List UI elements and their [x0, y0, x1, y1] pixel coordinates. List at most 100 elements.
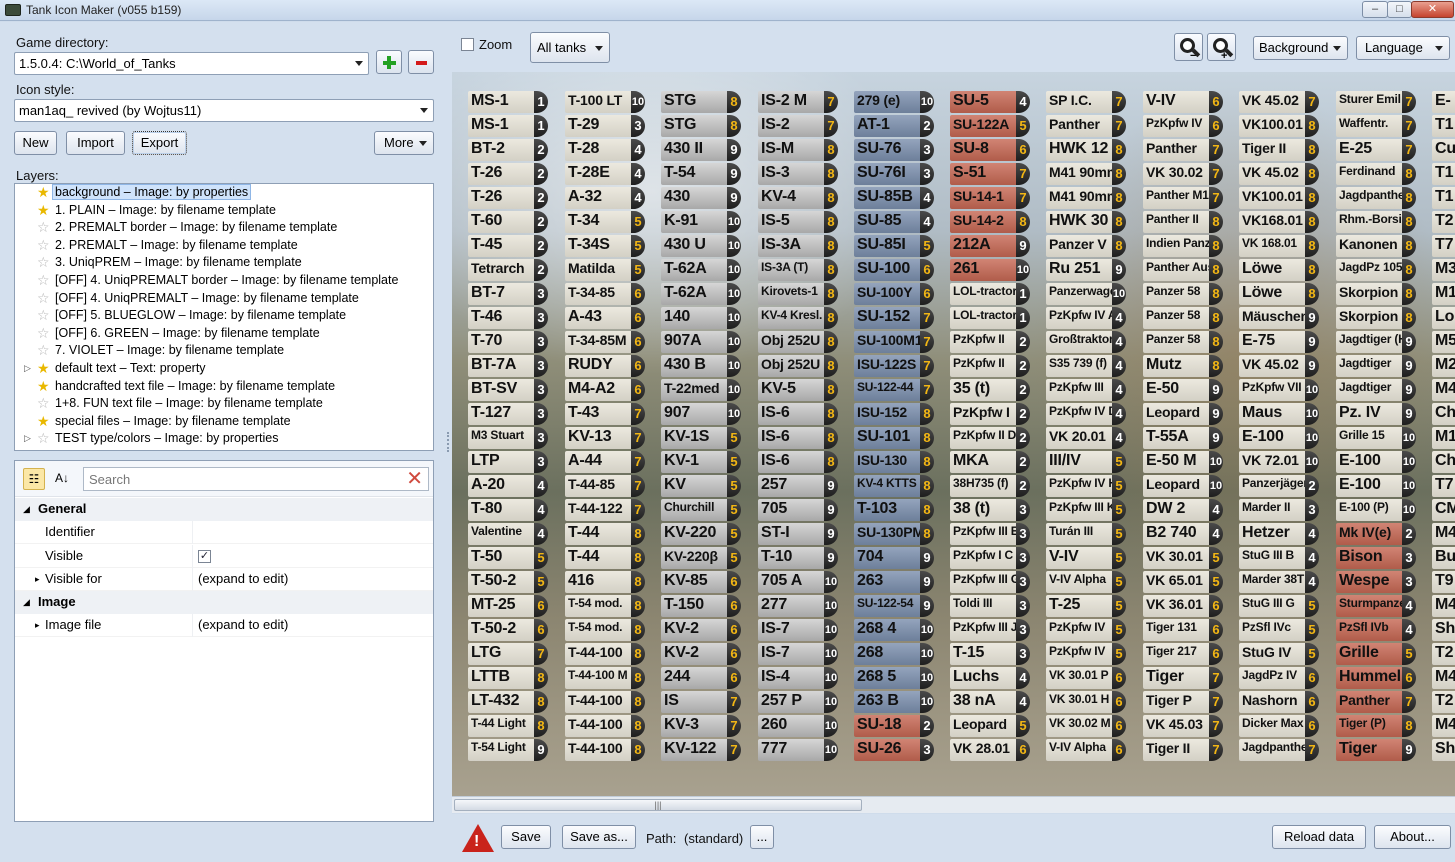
- tank-icon[interactable]: Kirovets-1 8: [758, 282, 838, 306]
- tank-icon[interactable]: HWK 12 8: [1046, 138, 1126, 162]
- tank-icon[interactable]: M41 90mm 8: [1046, 186, 1126, 210]
- tank-icon[interactable]: Tiger 9: [1336, 738, 1416, 762]
- save-button[interactable]: Save: [501, 825, 551, 849]
- tank-icon[interactable]: Tetrarch 2: [468, 258, 548, 282]
- tank-icon[interactable]: STG 8: [661, 90, 741, 114]
- tank-icon[interactable]: T-54 9: [661, 162, 741, 186]
- categorized-view-icon[interactable]: ☷: [23, 468, 45, 490]
- tank-icon[interactable]: IS-M 8: [758, 138, 838, 162]
- about-button[interactable]: About...: [1374, 825, 1451, 849]
- tank-icon[interactable]: T-62A 10: [661, 282, 741, 306]
- tank-icon[interactable]: M3 Stuart 3: [468, 426, 548, 450]
- tank-icon[interactable]: T-26 2: [468, 186, 548, 210]
- tank-icon[interactable]: Churchill 5: [661, 498, 741, 522]
- tank-icon[interactable]: Sturmpanzer II4: [1336, 594, 1416, 618]
- tank-icon[interactable]: MS-1 1: [468, 90, 548, 114]
- tank-icon[interactable]: Jagdpanther 7: [1239, 738, 1319, 762]
- background-dropdown[interactable]: Background: [1253, 36, 1348, 60]
- tank-icon[interactable]: Panzer 58 8: [1143, 282, 1223, 306]
- tank-icon[interactable]: Skorpion 8: [1336, 306, 1416, 330]
- tank-icon[interactable]: 705 A 10: [758, 570, 838, 594]
- tank-icon[interactable]: Ferdinand 8: [1336, 162, 1416, 186]
- layer-item[interactable]: ★ handcrafted text file – Image: by filen…: [15, 378, 433, 396]
- tank-icon[interactable]: T-54 mod. 8: [565, 594, 645, 618]
- tank-icon[interactable]: PzKpfw III J3: [950, 618, 1030, 642]
- layer-item[interactable]: ☆ [OFF] 5. BLUEGLOW – Image: by filename …: [15, 307, 433, 325]
- tank-icon[interactable]: VK100.01 8: [1239, 114, 1319, 138]
- tank-icon[interactable]: 260 10: [758, 714, 838, 738]
- tank-icon[interactable]: Panther Ausf F8: [1143, 258, 1223, 282]
- star-icon[interactable]: ★: [37, 413, 50, 430]
- add-game-directory-button[interactable]: [376, 50, 402, 74]
- tank-icon[interactable]: ISU-130 8: [854, 450, 934, 474]
- tank-icon[interactable]: Grille 5: [1336, 642, 1416, 666]
- layer-item[interactable]: ▷ ☆ TEST type/colors – Image: by propertie…: [15, 430, 433, 448]
- tank-icon[interactable]: 279 (e) 10: [854, 90, 934, 114]
- tank-icon[interactable]: KV-220 5: [661, 522, 741, 546]
- save-as-button[interactable]: Save as...: [562, 825, 636, 849]
- tank-icon[interactable]: V-IV Alpha 5: [1046, 570, 1126, 594]
- tank-icon[interactable]: JagdPz IV 6: [1239, 666, 1319, 690]
- tank-icon[interactable]: SU-101 8: [854, 426, 934, 450]
- tank-icon[interactable]: T-55A 9: [1143, 426, 1223, 450]
- tank-icon[interactable]: T-26 2: [468, 162, 548, 186]
- layer-item[interactable]: ★ special files – Image: by filename temp…: [15, 413, 433, 431]
- tank-icon[interactable]: StuG III B 4: [1239, 546, 1319, 570]
- star-icon[interactable]: ☆: [37, 395, 50, 412]
- tank-icon[interactable]: IS-2 7: [758, 114, 838, 138]
- tank-icon[interactable]: Jagdpanther II8: [1336, 186, 1416, 210]
- tank-icon[interactable]: M46: [1432, 522, 1455, 546]
- tank-icon[interactable]: KV-1S 5: [661, 426, 741, 450]
- tank-icon[interactable]: SU-100 6: [854, 258, 934, 282]
- tank-icon[interactable]: T-127 3: [468, 402, 548, 426]
- tank-icon[interactable]: V-IV 5: [1046, 546, 1126, 570]
- layer-item[interactable]: ★ 1. PLAIN – Image: by filename template: [15, 202, 433, 220]
- layer-item[interactable]: ★ background – Image: by properties: [15, 184, 433, 202]
- tank-icon[interactable]: PzKpfw III K5: [1046, 498, 1126, 522]
- tank-icon[interactable]: 268 4 10: [854, 618, 934, 642]
- tank-icon[interactable]: Sh6: [1432, 618, 1455, 642]
- tank-icon[interactable]: LTP 3: [468, 450, 548, 474]
- tank-icon[interactable]: VK 30.01 H6: [1046, 690, 1126, 714]
- tank-icon[interactable]: SU-14-1 7: [950, 186, 1030, 210]
- tank-icon[interactable]: Leopard 10: [1143, 474, 1223, 498]
- tank-icon[interactable]: PzKpfw IV D4: [1046, 402, 1126, 426]
- tank-icon[interactable]: T-44 Light 8: [468, 714, 548, 738]
- tank-icon[interactable]: ISU-122S 7: [854, 354, 934, 378]
- tank-icon[interactable]: Obj 252U 8: [758, 330, 838, 354]
- tank-icon[interactable]: T-60 2: [468, 210, 548, 234]
- tank-icon[interactable]: LTTB 8: [468, 666, 548, 690]
- tank-icon[interactable]: E-75 9: [1239, 330, 1319, 354]
- tank-icon[interactable]: 38 (t) 3: [950, 498, 1030, 522]
- tank-icon[interactable]: E-100 10: [1336, 450, 1416, 474]
- tank-icon[interactable]: Ru 251 9: [1046, 258, 1126, 282]
- tank-icon[interactable]: SU-85 4: [854, 210, 934, 234]
- tank-icon[interactable]: Marder 38T 4: [1239, 570, 1319, 594]
- tank-icon[interactable]: 257 P 10: [758, 690, 838, 714]
- tank-icon[interactable]: IS-6 8: [758, 450, 838, 474]
- tank-icon[interactable]: STG 8: [661, 114, 741, 138]
- tank-icon[interactable]: AT-1 2: [854, 114, 934, 138]
- import-button[interactable]: Import: [66, 131, 125, 155]
- expand-icon[interactable]: ▷: [24, 360, 31, 377]
- tank-icon[interactable]: T-100 LT 10: [565, 90, 645, 114]
- category-general[interactable]: ◢ General: [15, 498, 433, 521]
- tank-icon[interactable]: 140 10: [661, 306, 741, 330]
- tank-icon[interactable]: PzKpfw IV 5: [1046, 618, 1126, 642]
- tank-icon[interactable]: A-44 7: [565, 450, 645, 474]
- tank-icon[interactable]: T-62A 10: [661, 258, 741, 282]
- maximize-button[interactable]: □: [1387, 1, 1412, 18]
- tank-icon[interactable]: Bu6: [1432, 546, 1455, 570]
- tank-icon[interactable]: 777 10: [758, 738, 838, 762]
- zoom-in-button[interactable]: +: [1207, 33, 1236, 62]
- tank-icon[interactable]: Löwe 8: [1239, 282, 1319, 306]
- tank-icon[interactable]: KV-3 7: [661, 714, 741, 738]
- tank-icon[interactable]: M48: [1432, 714, 1455, 738]
- tank-icon[interactable]: VK 45.02 7: [1239, 90, 1319, 114]
- tank-icon[interactable]: 430 9: [661, 186, 741, 210]
- tank-icon[interactable]: Kanonen 8: [1336, 234, 1416, 258]
- tank-icon[interactable]: PzSfl IVc 5: [1239, 618, 1319, 642]
- panel-splitter[interactable]: [445, 22, 452, 862]
- tank-icon[interactable]: T-44-100 8: [565, 738, 645, 762]
- tank-icon[interactable]: KV-4 Kresl. 8: [758, 306, 838, 330]
